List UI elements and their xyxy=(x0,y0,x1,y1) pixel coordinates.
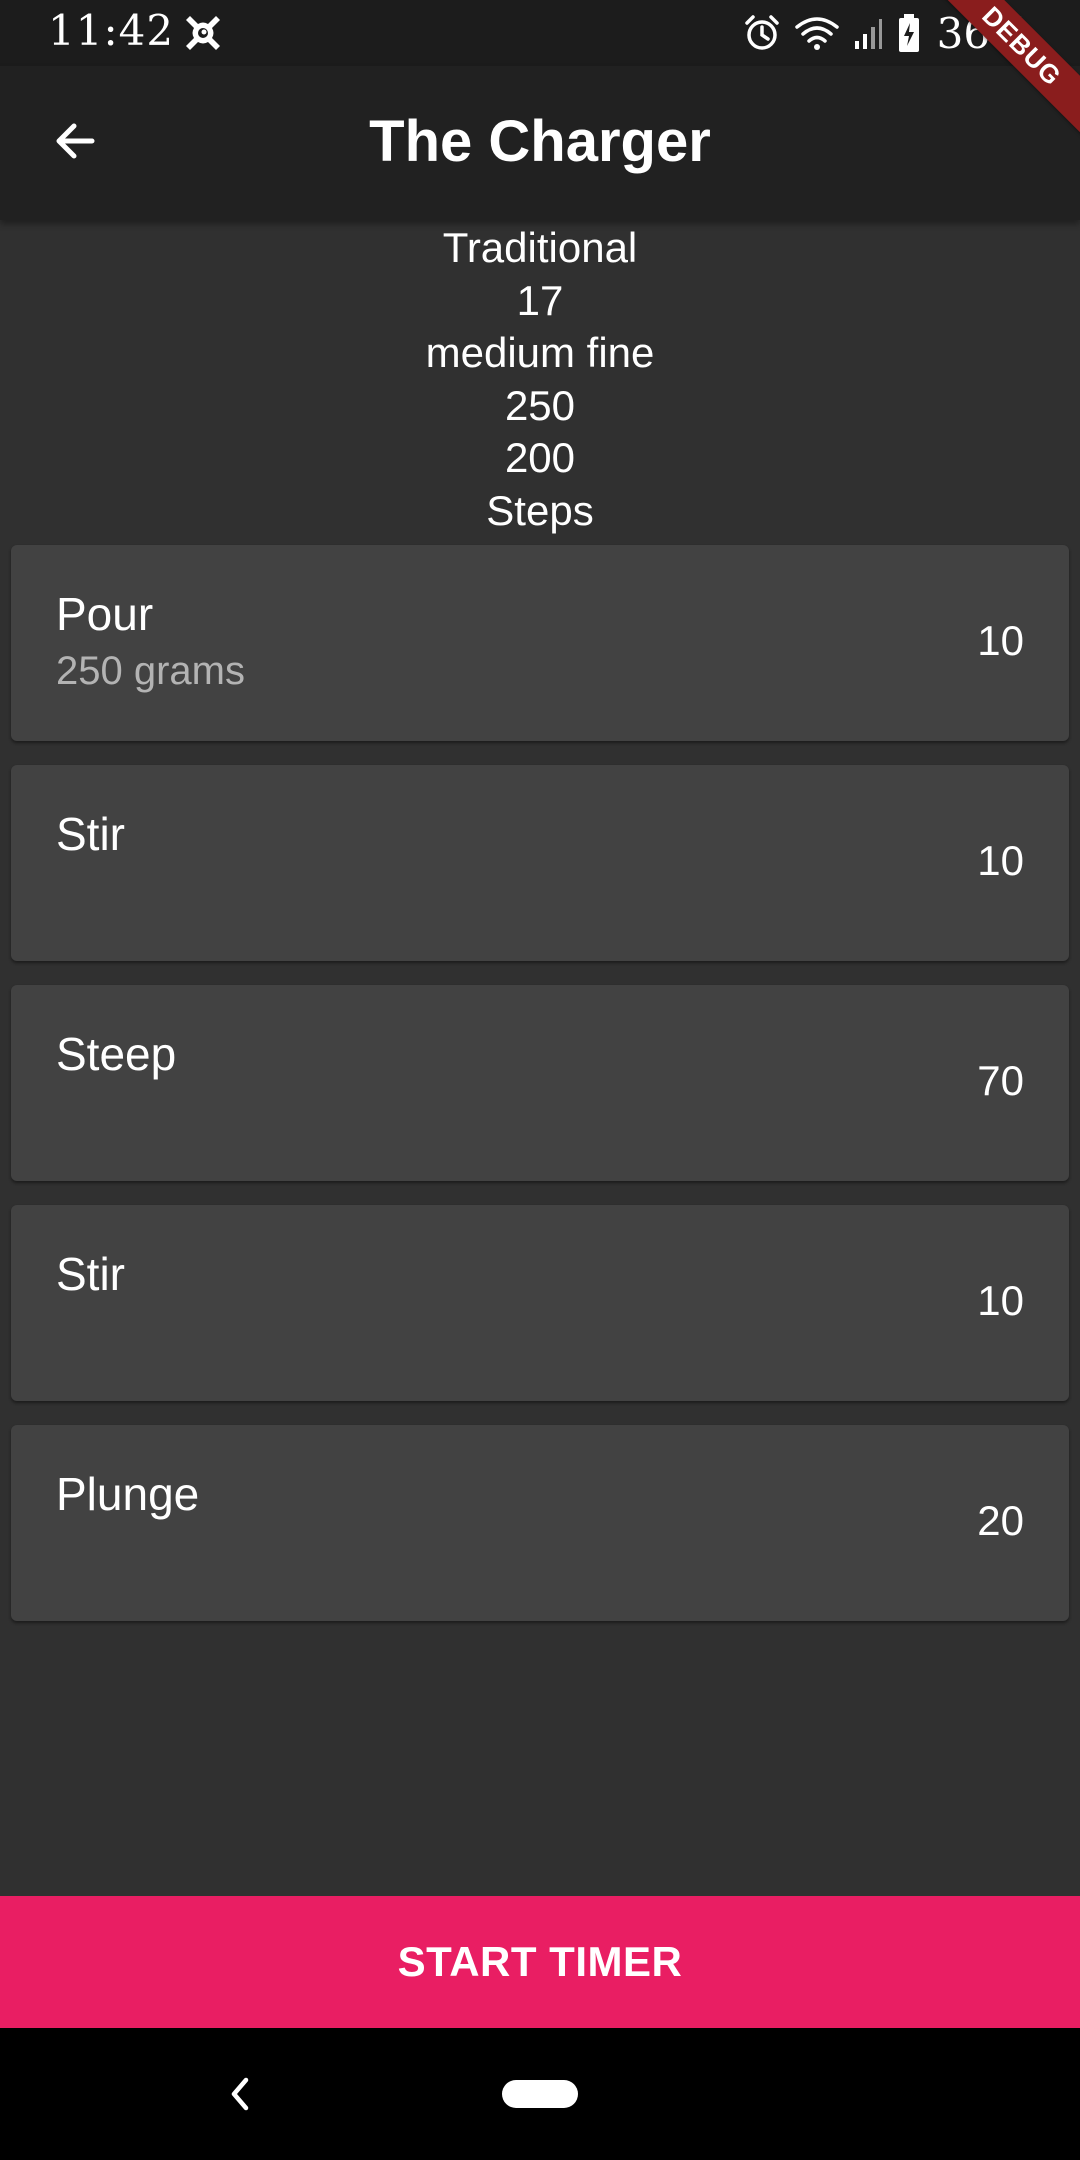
start-timer-button[interactable]: START TIMER xyxy=(0,1896,1080,2028)
step-card[interactable]: Steep 70 xyxy=(11,985,1069,1181)
steps-heading: Steps xyxy=(486,486,594,534)
steps-list: Pour 250 grams 10 Stir 10 Steep 70 Stir … xyxy=(11,545,1069,1645)
wifi-icon xyxy=(794,15,839,51)
step-name: Steep xyxy=(56,1028,177,1080)
page-title: The Charger xyxy=(369,109,711,174)
recipe-water-amount: 250 xyxy=(504,381,576,429)
recipe-method: Traditional xyxy=(442,224,638,271)
status-time: 11:42 xyxy=(48,6,175,55)
recipe-grind: medium fine xyxy=(425,329,655,376)
step-card[interactable]: Stir 10 xyxy=(11,765,1069,961)
step-name: Stir xyxy=(56,1248,125,1300)
step-duration: 10 xyxy=(977,1277,1024,1324)
cell-signal-icon xyxy=(853,15,883,51)
step-duration: 70 xyxy=(977,1057,1024,1104)
nav-home-pill[interactable] xyxy=(502,2080,578,2108)
step-card[interactable]: Pour 250 grams 10 xyxy=(11,545,1069,741)
navigation-bar xyxy=(0,2028,1080,2160)
step-duration: 20 xyxy=(977,1497,1024,1544)
step-name: Plunge xyxy=(56,1468,200,1520)
app-notification-icon xyxy=(182,12,224,54)
step-card[interactable]: Stir 10 xyxy=(11,1205,1069,1401)
step-name: Pour xyxy=(56,588,154,640)
step-duration: 10 xyxy=(977,617,1024,664)
alarm-icon xyxy=(743,14,781,52)
recipe-info: Traditional 17 medium fine 250 200 Steps xyxy=(0,222,1080,537)
battery-charging-icon xyxy=(897,13,921,53)
step-detail: 250 grams xyxy=(56,649,245,693)
recipe-coffee-amount: 17 xyxy=(516,276,564,324)
recipe-temperature: 200 xyxy=(504,434,576,481)
status-bar: 11:42 xyxy=(0,0,1080,66)
step-duration: 10 xyxy=(977,837,1024,884)
screen: 11:42 DEBUG The Charger Traditional 17 m… xyxy=(0,0,1080,2160)
step-card[interactable]: Plunge 20 xyxy=(11,1425,1069,1621)
nav-back-icon[interactable] xyxy=(222,2070,258,2118)
step-name: Stir xyxy=(56,808,125,860)
app-bar: The Charger xyxy=(0,66,1080,220)
